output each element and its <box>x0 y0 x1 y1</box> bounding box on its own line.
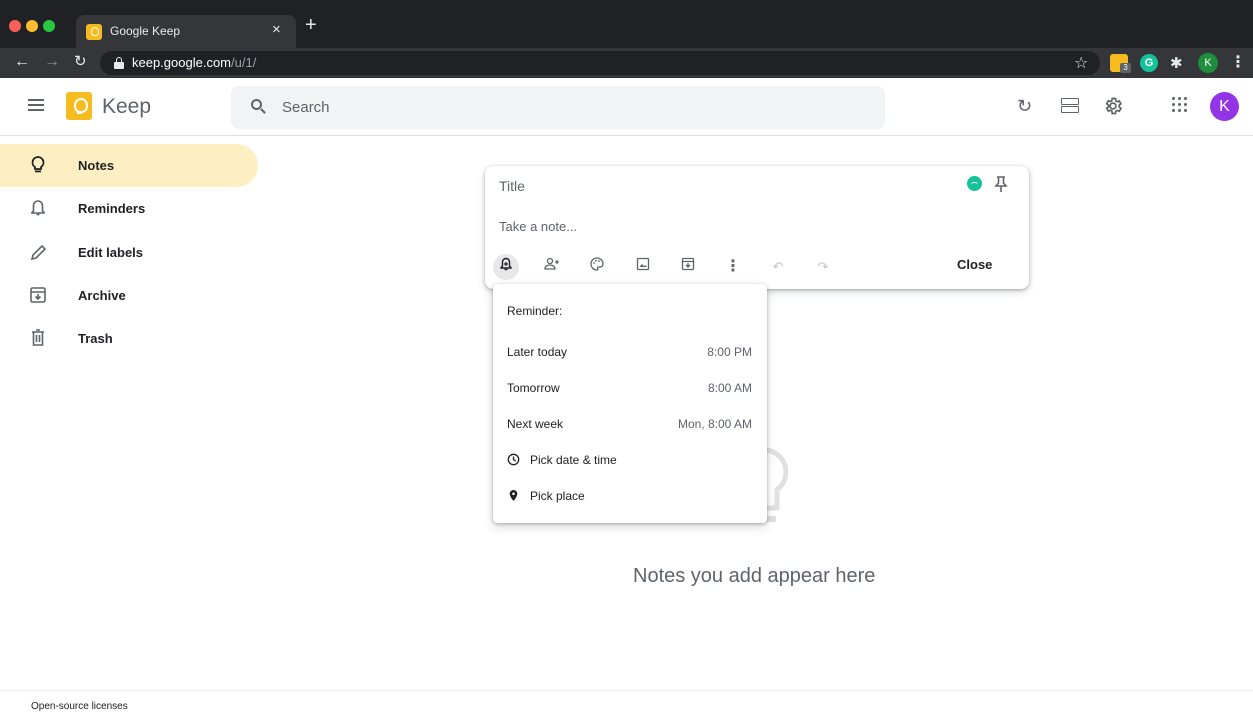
grammarly-extension-icon[interactable]: G <box>1140 54 1158 72</box>
reminder-option-label: Pick place <box>530 489 585 503</box>
empty-state-message: Notes you add appear here <box>633 565 876 587</box>
sidebar-item-label: Reminders <box>78 201 146 216</box>
location-pin-icon <box>507 489 520 502</box>
list-view-icon[interactable] <box>1061 98 1079 114</box>
palette-icon[interactable] <box>584 254 610 280</box>
lock-icon <box>114 57 124 69</box>
app-header: Keep Search ↻ K <box>0 78 1253 136</box>
reminder-menu-heading: Reminder: <box>507 304 563 318</box>
forward-arrow-icon[interactable]: → <box>44 52 60 72</box>
url-host: keep.google.com <box>132 55 232 70</box>
extensions-puzzle-icon[interactable]: ✱ <box>1170 54 1188 72</box>
pin-icon[interactable] <box>994 175 1008 193</box>
browser-menu-icon[interactable]: ⋮ <box>1230 52 1246 72</box>
more-icon[interactable]: ⋮ <box>720 254 746 280</box>
sidebar-item-reminders[interactable]: Reminders <box>0 187 258 230</box>
main-menu-icon[interactable] <box>28 99 44 111</box>
reminder-option-time: 8:00 AM <box>707 381 752 395</box>
bell-icon <box>29 198 47 218</box>
archive-icon[interactable] <box>675 254 701 280</box>
redo-icon[interactable]: ↷ <box>810 254 836 280</box>
sidebar-item-archive[interactable]: Archive <box>0 274 258 317</box>
extension-badge: 3 <box>1120 63 1131 73</box>
settings-gear-icon[interactable] <box>1103 96 1123 120</box>
browser-tab[interactable]: Google Keep × <box>76 15 296 48</box>
reminder-option-label: Tomorrow <box>507 381 560 395</box>
refresh-icon[interactable]: ↻ <box>1017 96 1032 116</box>
reminder-option-next-week[interactable]: Next week Mon, 8:00 AM <box>493 409 767 439</box>
address-bar[interactable]: keep.google.com/u/1/ <box>100 51 1100 75</box>
remind-me-icon[interactable] <box>493 254 519 280</box>
reminder-option-label: Later today <box>507 345 568 359</box>
window-close-button[interactable] <box>9 20 21 32</box>
tab-title: Google Keep <box>110 24 181 38</box>
sidebar-item-trash[interactable]: Trash <box>0 317 258 360</box>
browser-toolbar: ← → ↻ keep.google.com/u/1/ <box>0 48 1253 78</box>
search-input[interactable]: Search <box>231 86 885 129</box>
reminder-option-later-today[interactable]: Later today 8:00 PM <box>493 337 767 367</box>
sidebar-item-notes[interactable]: Notes <box>0 144 258 187</box>
reminder-option-label: Pick date & time <box>530 453 617 467</box>
url-text: keep.google.com/u/1/ <box>132 55 256 70</box>
open-source-licenses-link[interactable]: Open-source licenses <box>31 701 128 712</box>
sidebar-item-label: Archive <box>78 288 126 303</box>
footer: Open-source licenses <box>0 690 1253 721</box>
keep-favicon-icon <box>86 24 102 40</box>
lightbulb-icon <box>29 155 47 175</box>
keep-logo-icon[interactable] <box>66 92 92 120</box>
reminder-option-time: Mon, 8:00 AM <box>677 417 752 431</box>
undo-icon[interactable]: ↶ <box>765 254 791 280</box>
trash-icon <box>29 328 47 348</box>
search-placeholder: Search <box>282 99 330 116</box>
back-arrow-icon[interactable]: ← <box>14 52 30 72</box>
search-icon[interactable] <box>251 99 266 114</box>
reload-icon[interactable]: ↻ <box>74 52 87 72</box>
reminder-pick-date-time[interactable]: Pick date & time <box>493 445 767 475</box>
close-button[interactable]: Close <box>957 257 992 272</box>
window-maximize-button[interactable] <box>43 20 55 32</box>
reminder-option-time: 8:00 PM <box>707 345 752 359</box>
pencil-icon <box>29 242 47 262</box>
new-tab-button[interactable]: + <box>305 15 317 35</box>
reminder-menu: Reminder: Later today 8:00 PM Tomorrow 8… <box>493 284 767 523</box>
note-body-input[interactable]: Take a note... <box>499 219 577 234</box>
reminder-pick-place[interactable]: Pick place <box>493 481 767 511</box>
window-minimize-button[interactable] <box>26 20 38 32</box>
browser-profile-icon[interactable]: K <box>1198 53 1218 73</box>
sidebar-item-label: Notes <box>78 158 115 173</box>
browser-tab-bar: Google Keep × + <box>0 0 1253 48</box>
note-editor: Title Take a note... ⋮ ↶ ↷ Close <box>485 166 1029 289</box>
sidebar-item-label: Edit labels <box>78 245 144 260</box>
account-avatar[interactable]: K <box>1210 92 1239 121</box>
url-path: /u/1/ <box>231 55 257 70</box>
note-title-input[interactable]: Title <box>499 178 525 194</box>
google-apps-icon[interactable] <box>1172 97 1188 113</box>
keep-extension-icon[interactable]: 3 <box>1110 54 1131 73</box>
note-toolbar: ⋮ ↶ ↷ Close <box>493 254 1013 280</box>
sidebar-item-label: Trash <box>78 331 113 346</box>
app-name[interactable]: Keep <box>102 95 151 119</box>
tab-close-icon[interactable]: × <box>272 21 281 38</box>
clock-icon <box>507 453 520 466</box>
reminder-option-label: Next week <box>507 417 564 431</box>
image-icon[interactable] <box>630 254 656 280</box>
archive-icon <box>29 285 47 305</box>
collaborator-icon[interactable] <box>539 254 565 280</box>
bookmark-star-icon[interactable]: ☆ <box>1074 53 1088 73</box>
grammarly-status-icon[interactable] <box>967 176 982 191</box>
reminder-option-tomorrow[interactable]: Tomorrow 8:00 AM <box>493 373 767 403</box>
sidebar-item-edit-labels[interactable]: Edit labels <box>0 231 258 274</box>
